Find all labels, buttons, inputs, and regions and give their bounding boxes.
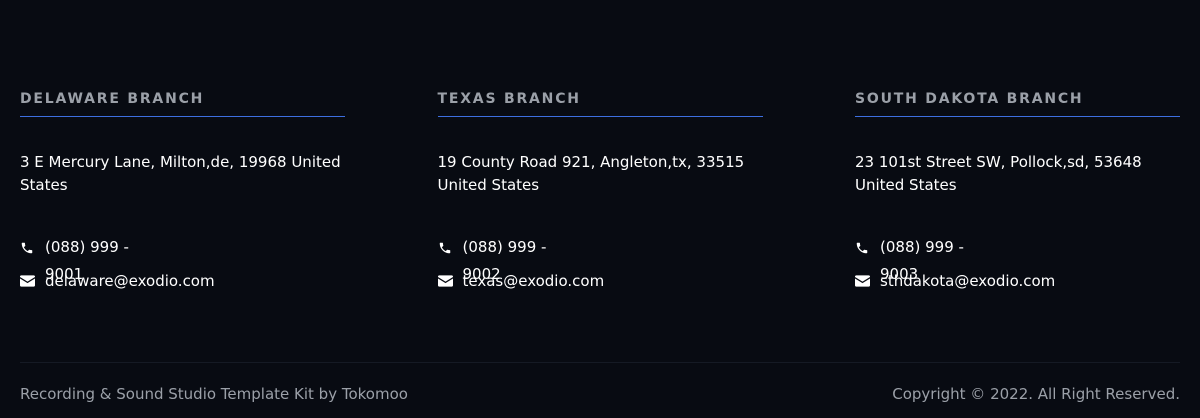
envelope-icon <box>20 270 36 292</box>
phone-icon <box>855 237 871 259</box>
footer-bottom-bar: Recording & Sound Studio Template Kit by… <box>20 362 1180 403</box>
branch-address: 23 101st Street SW, Pollock,sd, 53648 Un… <box>855 153 1142 194</box>
envelope-icon <box>855 270 871 292</box>
branch-delaware: DELAWARE BRANCH 3 E Mercury Lane, Milton… <box>20 90 345 290</box>
title-divider <box>437 116 763 117</box>
branches-row: DELAWARE BRANCH 3 E Mercury Lane, Milton… <box>20 90 1180 290</box>
title-divider <box>20 116 345 117</box>
email-address: delaware@exodio.com <box>45 272 215 290</box>
phone-icon <box>438 237 454 259</box>
site-footer: DELAWARE BRANCH 3 E Mercury Lane, Milton… <box>0 0 1200 418</box>
branch-title: DELAWARE BRANCH <box>20 91 205 107</box>
email-link[interactable]: sthdakota@exodio.com <box>855 270 1055 292</box>
branch-texas: TEXAS BRANCH 19 County Road 921, Angleto… <box>437 90 763 290</box>
branch-address: 19 County Road 921, Angleton,tx, 33515 U… <box>437 153 745 194</box>
branch-title: TEXAS BRANCH <box>437 91 581 107</box>
phone-icon <box>20 237 36 259</box>
branch-address: 3 E Mercury Lane, Milton,de, 19968 Unite… <box>20 153 341 194</box>
footer-credit: Recording & Sound Studio Template Kit by… <box>20 385 408 403</box>
email-address: texas@exodio.com <box>462 272 605 290</box>
email-link[interactable]: delaware@exodio.com <box>20 270 215 292</box>
title-divider <box>855 116 1180 117</box>
branch-south-dakota: SOUTH DAKOTA BRANCH 23 101st Street SW, … <box>855 90 1180 290</box>
envelope-icon <box>437 270 454 292</box>
email-address: sthdakota@exodio.com <box>880 272 1056 290</box>
email-link[interactable]: texas@exodio.com <box>437 270 605 292</box>
footer-copyright: Copyright © 2022. All Right Reserved. <box>892 385 1180 403</box>
branch-title: SOUTH DAKOTA BRANCH <box>855 91 1084 107</box>
